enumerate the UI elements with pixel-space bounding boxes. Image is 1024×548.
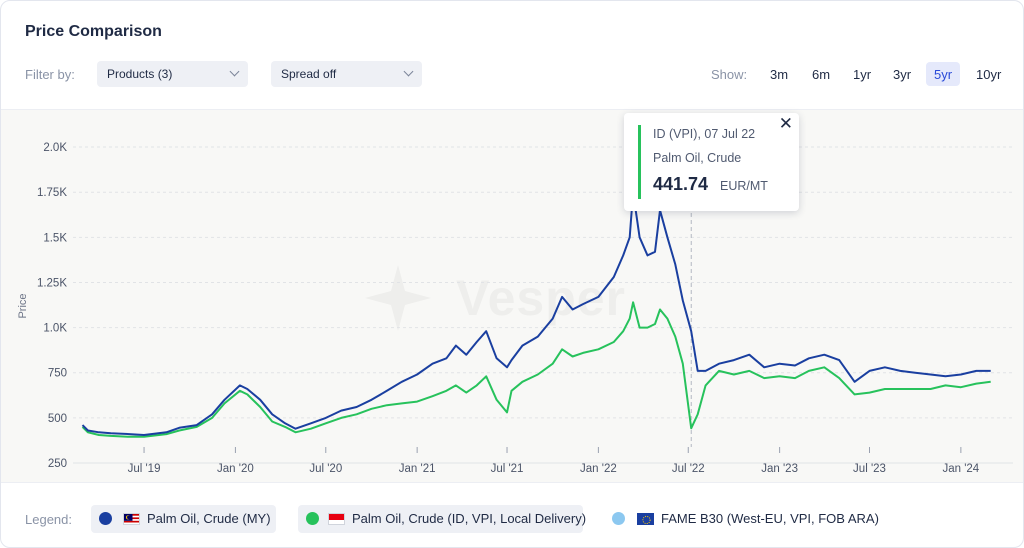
series-line-palm-oil-id [81,301,991,438]
data-tooltip: ID (VPI), 07 Jul 22 Palm Oil, Crude 441.… [624,113,799,211]
legend-item-palm-oil-id[interactable]: Palm Oil, Crude (ID, VPI, Local Delivery… [298,505,587,533]
x-tick-label: Jan '22 [580,463,617,475]
x-tick-label: Jul '20 [309,463,342,475]
close-icon[interactable]: ✕ [779,114,793,134]
series-dot-icon [99,512,112,525]
tooltip-header: ID (VPI), 07 Jul 22 [653,127,756,141]
y-tick-label: 1.75K [37,187,67,199]
y-tick-label: 1.5K [43,232,67,244]
legend-item-label: Palm Oil, Crude (MY) [147,511,271,526]
x-tick-label: Jul '21 [491,463,524,475]
malaysia-flag-icon [123,513,140,525]
series-dot-icon [306,512,319,525]
series-line-palm-oil-my [81,191,991,436]
legend-item-label: FAME B30 (West-EU, VPI, FOB ARA) [661,511,879,526]
eu-flag-icon [637,513,654,525]
legend-item-palm-oil-my[interactable]: Palm Oil, Crude (MY) [91,505,276,533]
x-tick-label: Jan '23 [761,463,798,475]
tooltip-product: Palm Oil, Crude [653,151,742,165]
y-tick-label: 500 [48,413,67,425]
series-dot-icon [612,512,625,525]
y-tick-label: 1.0K [43,323,67,335]
legend-item-fame-b30[interactable]: FAME B30 (West-EU, VPI, FOB ARA) [604,505,879,533]
legend-item-label: Palm Oil, Crude (ID, VPI, Local Delivery… [352,511,587,526]
x-tick-label: Jan '20 [217,463,254,475]
legend-label: Legend: [25,512,72,527]
tooltip-value: 441.74 [653,174,709,194]
y-tick-label: 250 [48,458,67,470]
x-tick-label: Jul '23 [853,463,886,475]
x-tick-label: Jul '19 [128,463,161,475]
x-tick-label: Jan '24 [942,463,979,475]
tooltip-series-color-bar [638,125,641,199]
x-tick-label: Jul '22 [672,463,705,475]
price-chart[interactable]: 250 500 750 1.0K 1.25K 1.5K 1.75K 2.0K Jul '19 Ja… [1,1,1024,548]
y-tick-label: 1.25K [37,277,67,289]
y-tick-label: 750 [48,368,67,380]
x-tick-label: Jan '21 [399,463,436,475]
indonesia-flag-icon [328,513,345,525]
y-tick-label: 2.0K [43,142,67,154]
tooltip-unit: EUR/MT [720,179,768,193]
y-axis-label: Price [17,293,29,318]
price-comparison-card: Price Comparison Filter by: Products (3)… [0,0,1024,548]
